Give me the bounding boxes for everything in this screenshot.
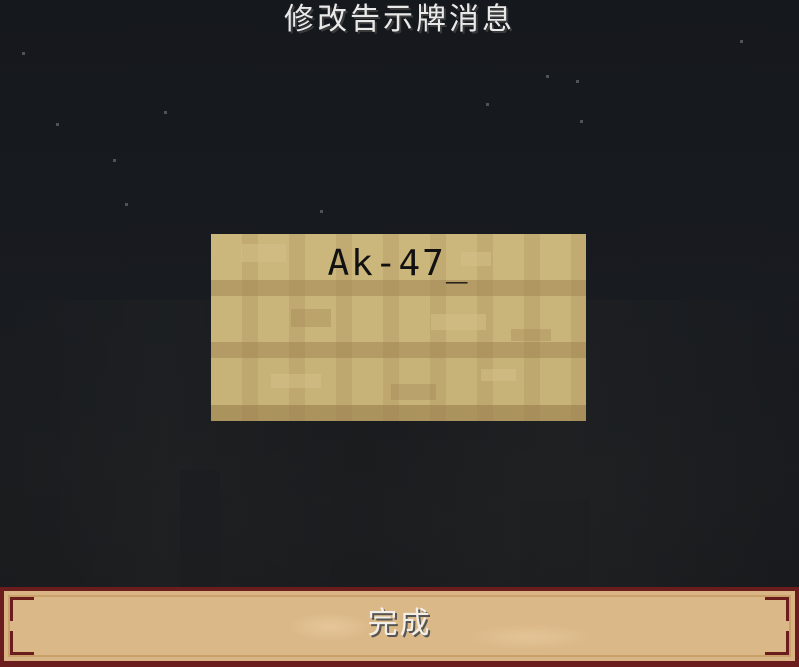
star: [546, 75, 549, 78]
sign-line-3[interactable]: [211, 328, 586, 368]
done-button[interactable]: 完成: [0, 587, 799, 667]
sign-line-1[interactable]: Ak-47_: [211, 244, 586, 284]
star: [113, 159, 116, 162]
star: [740, 40, 743, 43]
star: [164, 111, 167, 114]
star: [56, 123, 59, 126]
tree-silhouette: [520, 500, 590, 590]
done-button-label: 完成: [367, 606, 432, 641]
star: [320, 210, 323, 213]
tree-silhouette: [180, 470, 220, 590]
page-title: 修改告示牌消息: [284, 2, 515, 37]
star: [486, 103, 489, 106]
star: [22, 52, 25, 55]
tree-silhouette: [300, 480, 330, 590]
sign-line-2[interactable]: [211, 286, 586, 326]
sign-line-4[interactable]: [211, 370, 586, 410]
star: [580, 120, 583, 123]
sign-editor[interactable]: Ak-47_: [211, 234, 586, 421]
star: [125, 203, 128, 206]
star: [576, 80, 579, 83]
hill-silhouette: [0, 330, 60, 590]
